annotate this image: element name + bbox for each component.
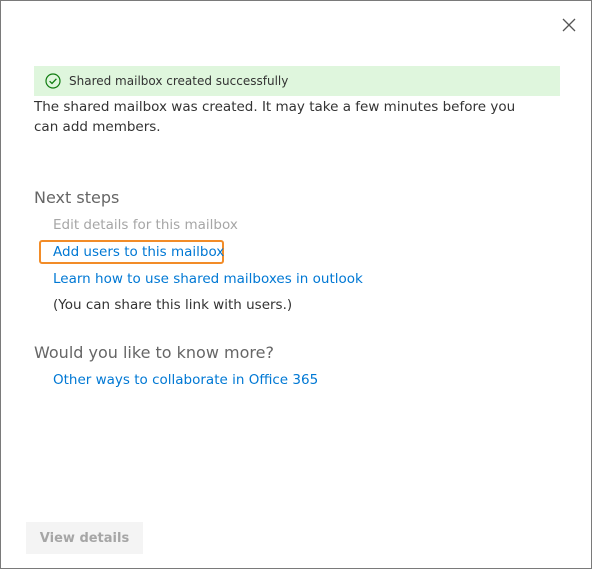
success-banner: Shared mailbox created successfully: [34, 66, 560, 96]
know-more-heading: Would you like to know more?: [34, 343, 274, 362]
check-circle-icon: [45, 73, 61, 89]
close-icon: [562, 18, 576, 32]
next-steps-heading: Next steps: [34, 188, 120, 207]
view-details-button[interactable]: View details: [26, 522, 143, 554]
learn-shared-mailboxes-link[interactable]: Learn how to use shared mailboxes in out…: [53, 271, 363, 287]
share-link-note: (You can share this link with users.): [53, 297, 293, 313]
success-message: Shared mailbox created successfully: [69, 74, 289, 88]
edit-details-link: Edit details for this mailbox: [53, 217, 238, 233]
creation-description: The shared mailbox was created. It may t…: [34, 99, 516, 135]
other-ways-collaborate-link[interactable]: Other ways to collaborate in Office 365: [53, 372, 318, 388]
shared-mailbox-panel: Shared mailbox created successfully The …: [0, 0, 592, 569]
close-button[interactable]: [559, 15, 579, 35]
add-users-link[interactable]: Add users to this mailbox: [53, 244, 224, 260]
